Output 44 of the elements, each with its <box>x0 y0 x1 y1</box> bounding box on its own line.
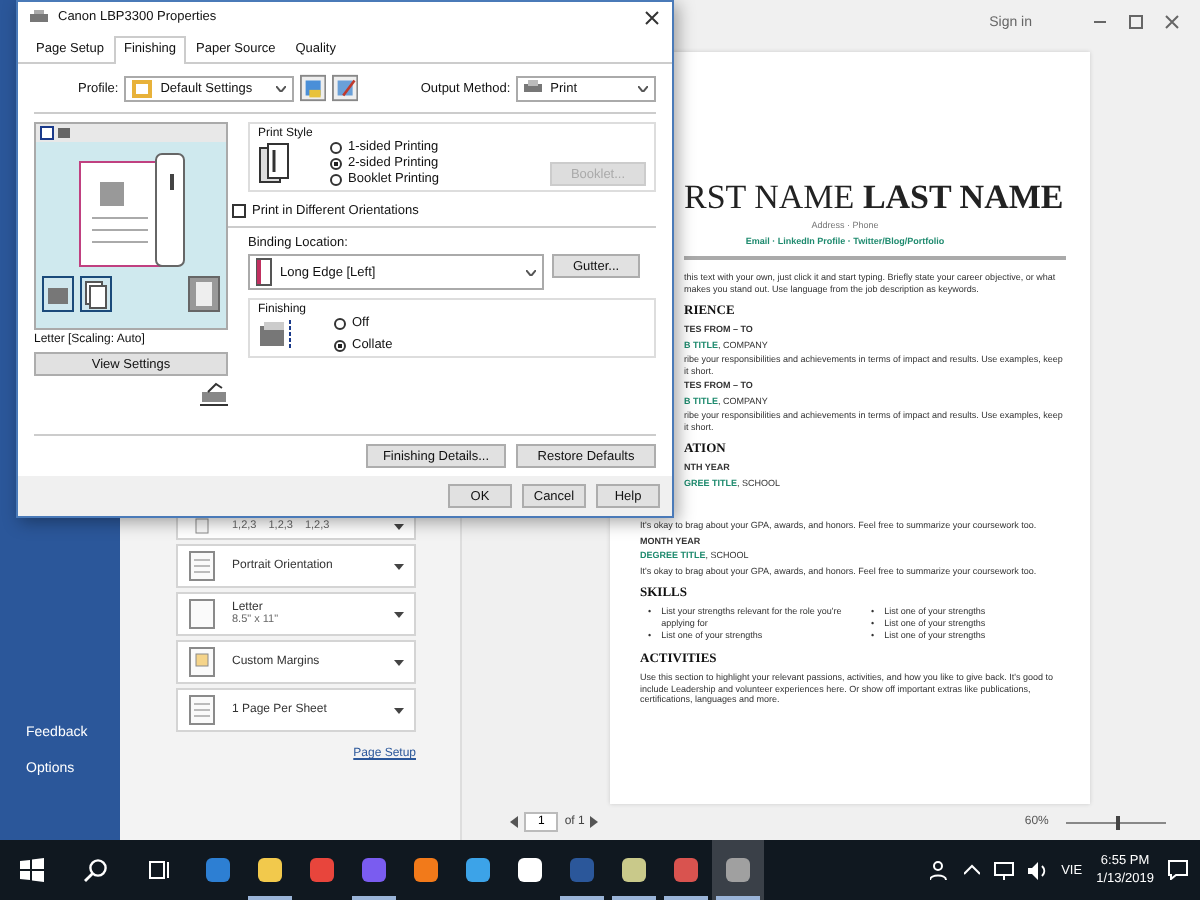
caret-icon <box>394 611 404 617</box>
duplex-pages-icon <box>258 141 290 185</box>
chevron-up-icon[interactable] <box>963 864 980 876</box>
caret-icon <box>638 85 649 91</box>
speaker-icon[interactable] <box>1027 861 1048 879</box>
notification-icon[interactable] <box>1168 860 1188 880</box>
page-fold-icon[interactable] <box>188 276 220 312</box>
zoom-slider-thumb[interactable] <box>1116 815 1121 829</box>
open-indicator <box>664 896 708 900</box>
stack-icon[interactable] <box>42 276 74 312</box>
monitor-icon[interactable] <box>993 861 1014 879</box>
open-indicator <box>352 896 396 900</box>
edit-profile-icon[interactable] <box>332 74 359 102</box>
page-icon <box>188 694 216 726</box>
search-icon[interactable] <box>84 858 108 882</box>
page-edge-icon <box>256 258 272 286</box>
page-icon <box>188 550 216 582</box>
windows-start-icon[interactable] <box>20 858 44 882</box>
printer-icon <box>524 80 543 96</box>
maximize-icon[interactable] <box>1128 14 1144 30</box>
printer-tool-icon[interactable] <box>200 382 228 406</box>
next-page-icon[interactable] <box>590 816 599 828</box>
caret-icon <box>394 659 404 665</box>
open-indicator <box>248 896 292 900</box>
open-indicator <box>716 896 760 900</box>
printer-icon <box>30 10 48 24</box>
open-indicator <box>560 896 604 900</box>
previous-page-icon[interactable] <box>510 816 518 828</box>
caret-icon <box>394 563 404 569</box>
collate-stack-icon <box>258 318 294 350</box>
caret-icon <box>394 523 404 529</box>
view-mode-icon[interactable] <box>40 126 72 140</box>
page-icon <box>188 598 216 630</box>
caret-icon <box>526 269 536 275</box>
close-icon[interactable] <box>644 9 660 25</box>
task-view-icon[interactable] <box>148 858 172 882</box>
page-icon <box>188 646 216 678</box>
caret-icon <box>394 707 404 713</box>
people-icon[interactable] <box>929 860 950 880</box>
open-indicator <box>612 896 656 900</box>
add-profile-icon[interactable] <box>300 74 327 102</box>
caret-icon <box>276 85 287 91</box>
resume-name: RST NAME LAST NAME <box>684 180 1066 216</box>
pages-icon[interactable] <box>80 276 112 312</box>
